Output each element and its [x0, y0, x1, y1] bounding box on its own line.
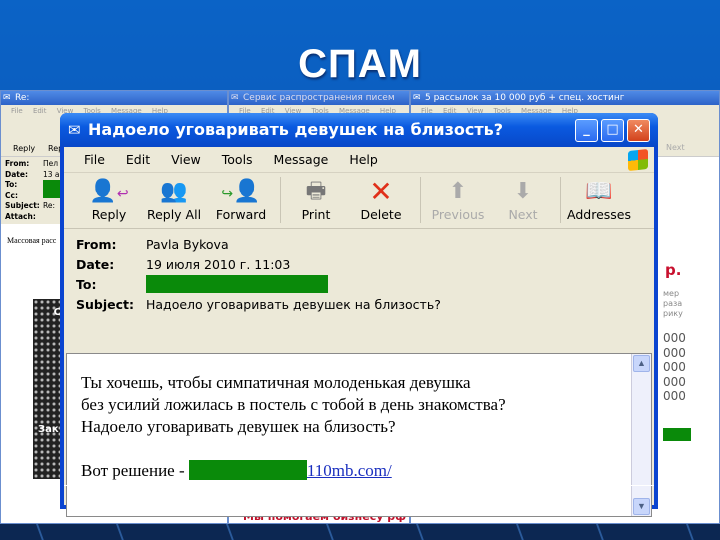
menu-tools[interactable]: Tools [222, 152, 253, 167]
subject-value: Re: [43, 201, 56, 210]
printer-icon: 🖶 [305, 179, 327, 204]
banner-text: С [53, 307, 61, 318]
menu-bar: File Edit View Tools Message Help [64, 147, 654, 173]
body-line: Ты хочешь, чтобы симпатичная молоденькая… [81, 373, 471, 392]
button-label: Addresses [567, 207, 631, 222]
minimize-button[interactable]: _ [575, 119, 598, 142]
ad-price: 000 [663, 360, 686, 374]
close-button[interactable]: ✕ [627, 119, 650, 142]
menu-message[interactable]: Message [274, 152, 329, 167]
slide-footer-band [0, 524, 720, 540]
window-title: Re: [1, 91, 227, 105]
reply-all-icon: 👥 [160, 179, 188, 204]
to-redaction [146, 275, 328, 293]
previous-button[interactable]: ⬆ Previous [423, 177, 493, 222]
next-button[interactable]: ⬇ Next [488, 177, 558, 222]
menu-edit[interactable]: Edit [126, 152, 150, 167]
window-title: 5 рассылок за 10 000 руб + спец. хостинг [411, 91, 719, 105]
body-line: без усилий ложилась в постель с тобой в … [81, 395, 506, 414]
addresses-button[interactable]: 📖 Addresses [564, 177, 634, 222]
ad-line: мер [663, 289, 680, 298]
ad-line: раза [663, 299, 683, 308]
link-redaction [188, 460, 307, 480]
status-bar [64, 485, 654, 505]
window-title: Надоело уговаривать девушек на близость? [88, 120, 504, 139]
scroll-up-button[interactable]: ▲ [633, 355, 650, 372]
date-value: 19 июля 2010 г. 11:03 [146, 256, 291, 272]
button-label: Previous [431, 207, 485, 222]
address-book-icon: 📖 [585, 179, 613, 204]
title-bar[interactable]: ✉ Надоело уговаривать девушек на близост… [60, 113, 658, 147]
delete-button[interactable]: ✕ Delete [346, 175, 416, 223]
banner-text: Зак [38, 424, 59, 435]
delete-icon: ✕ [369, 175, 393, 208]
from-value: Пел [43, 159, 59, 168]
cc-label: Cc: [5, 190, 18, 200]
forward-button[interactable]: ↪👤 Forward [206, 177, 276, 222]
button-label: Delete [360, 207, 402, 222]
button-label: Next [508, 207, 538, 222]
message-window: ✉ Надоело уговаривать девушек на близост… [60, 113, 658, 517]
slide-title: СПАМ [298, 42, 422, 86]
ad-price: 000 [663, 374, 686, 389]
to-label: To: [76, 276, 97, 292]
date-label: Date: [5, 169, 28, 179]
banner-image: С Зак [33, 299, 63, 479]
date-label: Date: [76, 256, 115, 272]
window-title: Сервис распространения писем [229, 91, 409, 105]
reply-all-button[interactable]: 👥 Reply All [139, 177, 209, 222]
menu-help[interactable]: Help [349, 152, 378, 167]
from-label: From: [5, 159, 30, 168]
button-label: Reply All [146, 207, 202, 222]
ad-price: 000 [663, 345, 686, 360]
ad-price: 000 [663, 389, 686, 403]
reply-button[interactable]: Reply [13, 144, 35, 153]
subject-value: Надоело уговаривать девушек на близость? [146, 296, 441, 312]
menu-view[interactable]: View [171, 152, 201, 167]
envelope-icon: ✉ [68, 121, 81, 139]
price-text: р. [665, 261, 682, 279]
button-label: Print [301, 207, 331, 222]
to-label: To: [5, 180, 18, 189]
body-line: Надоело уговаривать девушек на близость? [81, 417, 396, 436]
redaction [663, 427, 691, 441]
message-headers: From: Pavla Bykova Date: 19 июля 2010 г. 1… [64, 229, 654, 317]
toolbar-separator [560, 177, 561, 223]
solution-text: Вот решение - [81, 461, 185, 480]
menu-file[interactable]: File [84, 152, 105, 167]
from-label: From: [76, 236, 117, 252]
date-value: 13 а [43, 169, 60, 179]
reply-icon: 👤↩ [89, 179, 129, 204]
body-line: Вот решение - 110mb.com/ [81, 460, 637, 482]
forward-icon: ↪👤 [221, 179, 261, 204]
attach-label: Attach: [5, 211, 36, 221]
maximize-button[interactable]: □ [601, 119, 624, 142]
subject-label: Subject: [5, 201, 40, 210]
subject-label: Subject: [76, 296, 134, 312]
toolbar: 👤↩ Reply 👥 Reply All ↪👤 Forward 🖶 Print ✕ Del… [64, 173, 654, 229]
reply-button[interactable]: 👤↩ Reply [74, 177, 144, 222]
button-label: Reply [91, 207, 127, 222]
spam-link[interactable]: 110mb.com/ [307, 461, 392, 480]
toolbar-separator [420, 177, 421, 223]
ad-line: рику [663, 309, 683, 318]
windows-logo-icon [628, 148, 648, 172]
print-button[interactable]: 🖶 Print [281, 177, 351, 222]
from-value: Pavla Bykova [146, 236, 229, 252]
up-arrow-icon: ⬆ [448, 179, 468, 204]
down-arrow-icon: ⬇ [513, 179, 533, 204]
button-label: Forward [215, 207, 267, 222]
ad-content: р. мер раза рику 000 000 000 000 000 [663, 261, 691, 445]
ad-price: 000 [663, 331, 686, 345]
next-button[interactable]: Next [666, 143, 685, 152]
